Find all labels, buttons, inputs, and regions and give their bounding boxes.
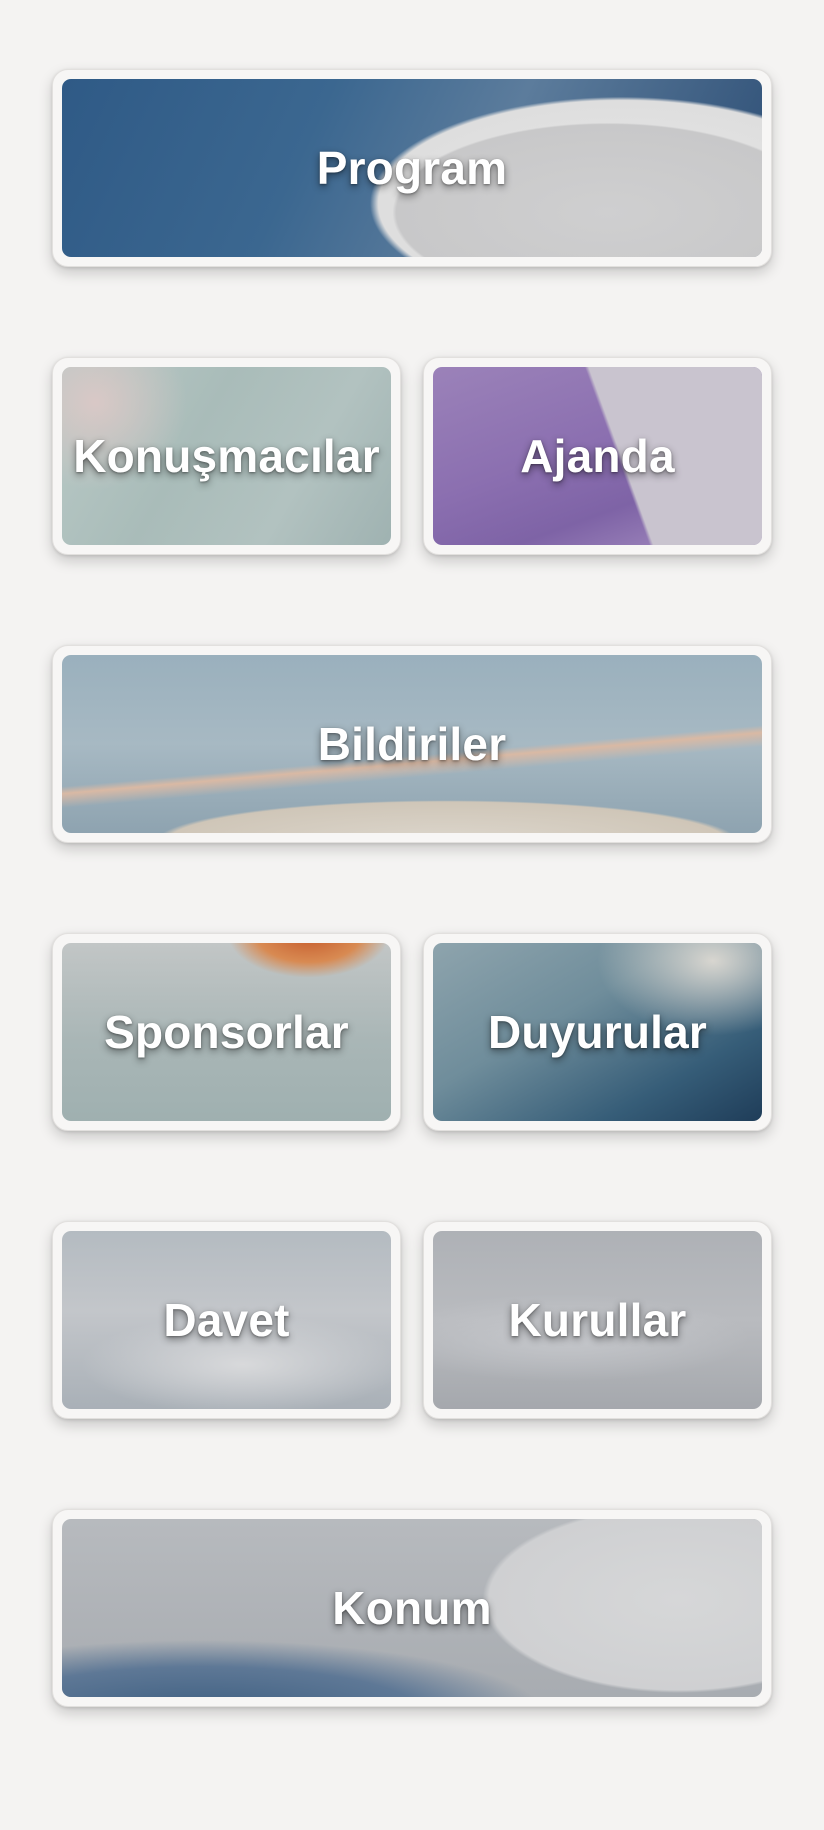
sponsorlar-tile-image: Sponsorlar [62,943,391,1121]
duyurular-tile-image: Duyurular [433,943,762,1121]
davet-tile-image: Davet [62,1231,391,1409]
bildiriler-label: Bildiriler [317,718,507,770]
ajanda-tile[interactable]: Ajanda [423,357,772,555]
konusmacilar-tile[interactable]: Konuşmacılar [52,357,401,555]
konum-tile-image: Konum [62,1519,762,1697]
bildiriler-tile-image: Bildiriler [62,655,762,833]
duyurular-label: Duyurular [487,1006,708,1058]
konusmacilar-label: Konuşmacılar [73,430,380,482]
kurullar-tile-image: Kurullar [433,1231,762,1409]
program-tile-image: Program [62,79,762,257]
bildiriler-tile[interactable]: Bildiriler [52,645,772,843]
konusmacilar-tile-image: Konuşmacılar [62,367,391,545]
sponsorlar-label: Sponsorlar [104,1006,349,1058]
duyurular-tile[interactable]: Duyurular [423,933,772,1131]
davet-label: Davet [163,1294,290,1346]
kurullar-tile[interactable]: Kurullar [423,1221,772,1419]
kurullar-label: Kurullar [508,1294,687,1346]
konum-label: Konum [332,1582,492,1634]
menu-grid: Program Konuşmacılar Ajanda Bildiriler S… [0,0,824,1830]
konum-tile[interactable]: Konum [52,1509,772,1707]
program-tile[interactable]: Program [52,69,772,267]
ajanda-tile-image: Ajanda [433,367,762,545]
sponsorlar-tile[interactable]: Sponsorlar [52,933,401,1131]
program-label: Program [316,142,508,194]
ajanda-label: Ajanda [520,430,675,482]
davet-tile[interactable]: Davet [52,1221,401,1419]
